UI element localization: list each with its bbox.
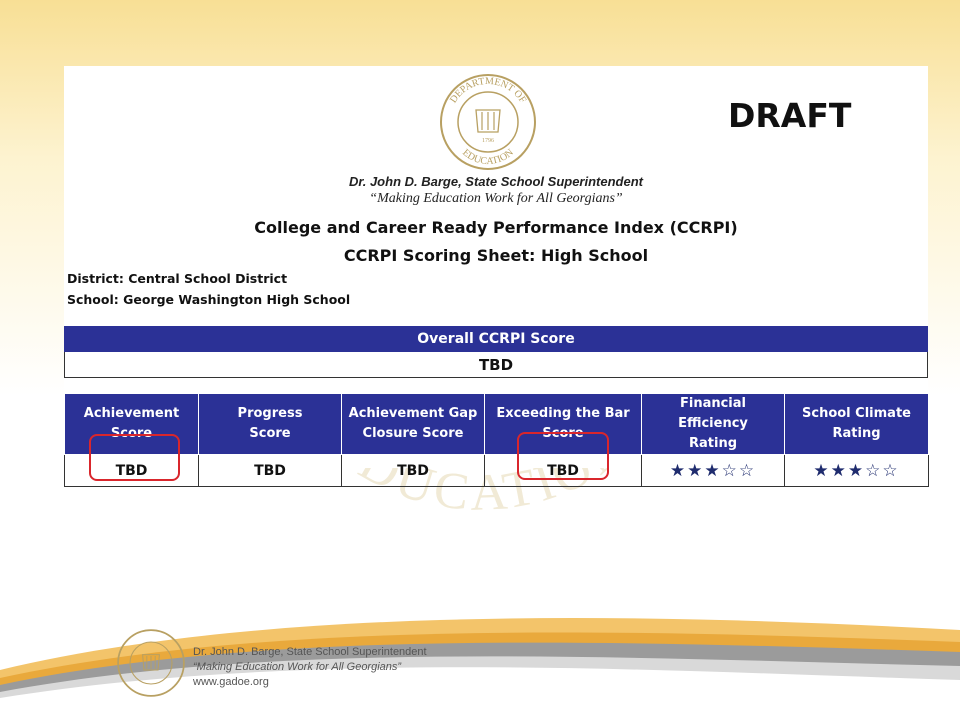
department-of-education-seal: DEPARTMENT OF EDUCATION 1796 xyxy=(440,74,536,170)
financial-efficiency-header: Financial Efficiency Rating xyxy=(641,393,785,455)
school-climate-rating: ★★★☆☆ xyxy=(784,454,929,487)
gap-closure-score-value: TBD xyxy=(341,454,485,487)
financial-efficiency-rating: ★★★☆☆ xyxy=(641,454,785,487)
star-filled-icon: ★ xyxy=(669,460,688,481)
star-empty-icon: ☆ xyxy=(865,460,883,481)
overall-score-value: TBD xyxy=(64,351,928,378)
star-empty-icon: ☆ xyxy=(721,460,739,481)
star-empty-icon: ☆ xyxy=(738,460,757,481)
school-label: School: George Washington High School xyxy=(67,292,351,307)
footer-website-link[interactable]: www.gadoe.org xyxy=(193,676,269,688)
district-label: District: Central School District xyxy=(67,271,288,286)
progress-score-header: Progress Score xyxy=(198,393,342,455)
star-filled-icon: ★ xyxy=(847,460,866,481)
svg-text:1796: 1796 xyxy=(482,138,494,144)
star-rating: ★★★☆☆ xyxy=(670,461,756,481)
star-filled-icon: ★ xyxy=(813,460,831,481)
gap-closure-score-header: Achievement Gap Closure Score xyxy=(341,393,485,455)
star-empty-icon: ☆ xyxy=(882,460,900,481)
scoring-sheet: DEPARTMENT OF EDUCATION 1796 DRAFT Dr. J… xyxy=(64,66,929,487)
school-climate-header: School Climate Rating xyxy=(784,393,929,455)
star-rating: ★★★☆☆ xyxy=(813,461,899,481)
star-filled-icon: ★ xyxy=(830,460,848,481)
progress-score-value: TBD xyxy=(198,454,342,487)
document-title: College and Career Ready Performance Ind… xyxy=(254,218,738,237)
document-subtitle: CCRPI Scoring Sheet: High School xyxy=(343,246,649,265)
svg-text:DEPARTMENT OF: DEPARTMENT OF xyxy=(448,76,528,106)
footer-seal-icon xyxy=(117,629,185,697)
draft-label: DRAFT xyxy=(728,96,852,135)
exceeding-bar-score-highlight xyxy=(517,432,609,480)
star-filled-icon: ★ xyxy=(704,460,722,481)
component-scores-table: Achievement Score Progress Score Achieveme… xyxy=(64,393,929,487)
achievement-score-highlight xyxy=(89,434,180,481)
footer-motto: “Making Education Work for All Georgians… xyxy=(193,661,402,673)
star-filled-icon: ★ xyxy=(687,460,705,481)
overall-score-table: Overall CCRPI Score TBD xyxy=(64,326,928,378)
footer-superintendent: Dr. John D. Barge, State School Superint… xyxy=(193,646,427,658)
superintendent-name: Dr. John D. Barge, State School Superint… xyxy=(349,174,643,189)
motto: “Making Education Work for All Georgians… xyxy=(369,191,623,206)
overall-score-header: Overall CCRPI Score xyxy=(64,326,928,352)
